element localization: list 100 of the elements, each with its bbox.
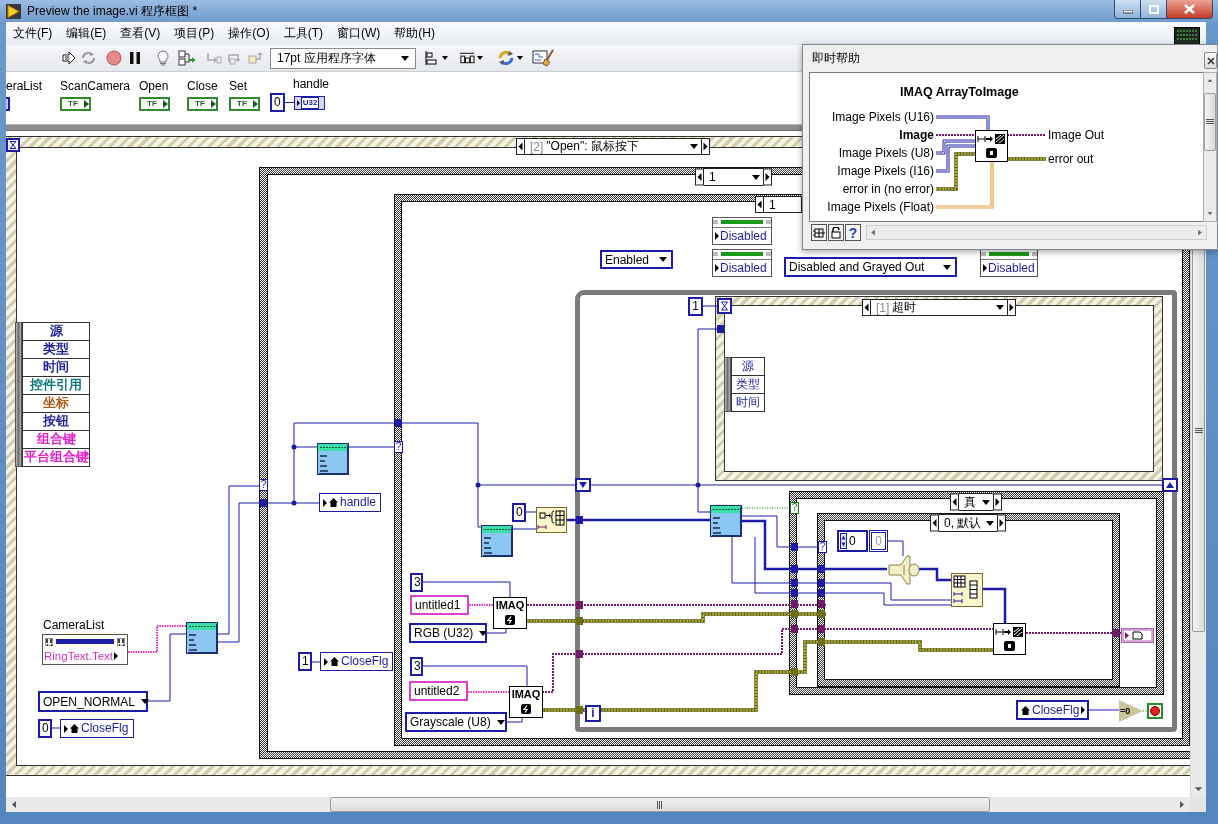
vi-icon[interactable] bbox=[1174, 27, 1200, 45]
function-name: IMAQ ArrayToImage bbox=[900, 84, 1020, 100]
minimize-button[interactable] bbox=[1114, 0, 1141, 19]
enum-constant[interactable]: Grayscale (U8) bbox=[405, 712, 507, 732]
menu-item[interactable]: 编辑(E) bbox=[59, 23, 114, 44]
menu-item[interactable]: 项目(P) bbox=[167, 23, 222, 44]
grip-icon bbox=[1194, 428, 1203, 434]
caret-icon bbox=[479, 630, 488, 636]
wire-tunnel bbox=[717, 325, 724, 333]
variable-name: CloseFlg bbox=[1032, 702, 1080, 718]
variable-name: CloseFlg bbox=[341, 654, 389, 669]
array-wire bbox=[919, 567, 951, 582]
enum-constant[interactable]: Disabled and Grayed Out bbox=[784, 257, 957, 277]
event-selector[interactable]: [1] 超时 bbox=[871, 299, 1007, 316]
distribute-icon bbox=[459, 50, 475, 66]
maximize-button[interactable] bbox=[1141, 0, 1167, 19]
wire-tunnel bbox=[576, 650, 583, 658]
enum-constant[interactable]: Enabled bbox=[600, 250, 673, 269]
reorder-button[interactable] bbox=[497, 49, 523, 67]
event-selector[interactable]: [2] "Open": 鼠标按下 bbox=[525, 138, 701, 155]
image-wire bbox=[1006, 134, 1046, 136]
menu-item[interactable]: 工具(T) bbox=[276, 23, 330, 44]
terminal-label: Image Out bbox=[1048, 127, 1105, 144]
menu-item[interactable]: 操作(O) bbox=[221, 23, 277, 44]
selector-terminal: ? bbox=[394, 441, 403, 453]
menu-item[interactable]: 查看(V) bbox=[113, 23, 168, 44]
scrollbar-thumb[interactable] bbox=[330, 797, 990, 812]
pause-icon[interactable] bbox=[129, 50, 141, 66]
compound-node-icon bbox=[887, 555, 920, 585]
case-selector[interactable]: 0, 默认 bbox=[939, 514, 997, 532]
lock-button[interactable] bbox=[828, 224, 844, 241]
selector-terminal: ? bbox=[790, 502, 799, 514]
triangle-icon bbox=[253, 99, 258, 109]
wire-tunnel bbox=[395, 419, 402, 427]
house-icon bbox=[330, 657, 339, 666]
array-node-icon bbox=[951, 573, 983, 607]
numeric-control[interactable]: 0 bbox=[837, 530, 868, 552]
array-wire bbox=[936, 115, 990, 131]
event-data-field: 平台组合键 bbox=[22, 448, 90, 467]
boolean-wire bbox=[1142, 710, 1148, 712]
subvi-icon bbox=[710, 505, 742, 537]
caret-icon bbox=[690, 144, 698, 149]
type-label: U32 bbox=[300, 96, 320, 109]
property-name: Disabled bbox=[720, 229, 767, 243]
subvi-icon bbox=[317, 443, 349, 475]
house-icon bbox=[1021, 705, 1030, 715]
triangle-icon bbox=[64, 724, 68, 733]
broom-icon[interactable] bbox=[532, 49, 556, 67]
stop-icon[interactable] bbox=[106, 50, 122, 66]
triangle-icon bbox=[84, 99, 89, 109]
menu-item[interactable]: 帮助(H) bbox=[387, 23, 442, 44]
caret-icon bbox=[442, 56, 448, 60]
caret-icon bbox=[943, 264, 951, 270]
case-selector[interactable]: 1 bbox=[764, 196, 802, 213]
error-wire bbox=[1006, 157, 1046, 161]
node-label: IMAQ bbox=[511, 688, 541, 701]
scrollbar-thumb[interactable] bbox=[1204, 93, 1216, 151]
node-handle bbox=[724, 357, 731, 412]
connected-nodes-icon[interactable] bbox=[178, 50, 196, 66]
numeric-constant: 0 bbox=[512, 503, 526, 522]
numeric-constant: 3 bbox=[410, 657, 423, 676]
caret-icon bbox=[477, 56, 483, 60]
lightning-icon bbox=[521, 704, 531, 714]
lightbulb-icon[interactable] bbox=[155, 50, 171, 66]
house-icon bbox=[329, 498, 338, 507]
image-wire bbox=[936, 134, 976, 136]
menu-item[interactable]: 文件(F) bbox=[6, 23, 60, 44]
numeric-wire bbox=[702, 305, 718, 307]
window-title: Preview the image.vi 程序框图 * bbox=[27, 2, 198, 20]
triangle-icon bbox=[114, 652, 119, 660]
font-dropdown[interactable]: 17pt 应用程序字体 bbox=[270, 47, 416, 69]
case-selector[interactable]: 1 bbox=[704, 168, 763, 186]
triangle-icon bbox=[715, 264, 719, 272]
terminal-label: Close bbox=[187, 79, 218, 93]
menu-item[interactable]: 窗口(W) bbox=[330, 23, 388, 44]
case-selector[interactable]: 真 bbox=[959, 493, 993, 511]
control-label: CameraList bbox=[43, 618, 105, 632]
close-button[interactable] bbox=[1167, 0, 1213, 19]
terminal-label: Image Pixels (Float) bbox=[827, 199, 934, 216]
selector-terminal: ? bbox=[259, 479, 268, 491]
type-label: TF bbox=[141, 99, 163, 109]
view-button[interactable] bbox=[811, 224, 827, 241]
close-button[interactable] bbox=[1204, 52, 1217, 69]
wire-junction bbox=[475, 482, 481, 488]
caret-icon bbox=[517, 56, 523, 60]
run-icon[interactable] bbox=[62, 51, 76, 65]
shift-register-icon bbox=[575, 478, 591, 492]
close-icon bbox=[1184, 4, 1195, 14]
terminal-label: Image Pixels (I16) bbox=[837, 163, 934, 180]
lightning-icon bbox=[505, 615, 515, 625]
help-button[interactable]: ? bbox=[845, 224, 861, 241]
enum-constant[interactable]: OPEN_NORMAL bbox=[38, 691, 148, 712]
align-button[interactable] bbox=[424, 49, 448, 67]
terminal-label: handle bbox=[293, 77, 330, 91]
string-wire bbox=[468, 604, 495, 606]
subvi-icon bbox=[481, 525, 513, 557]
terminal-label: ScanCamera bbox=[60, 79, 131, 93]
wire-tunnel bbox=[260, 499, 267, 507]
enum-constant[interactable]: RGB (U32) bbox=[409, 623, 487, 643]
enum-wire bbox=[486, 628, 507, 634]
